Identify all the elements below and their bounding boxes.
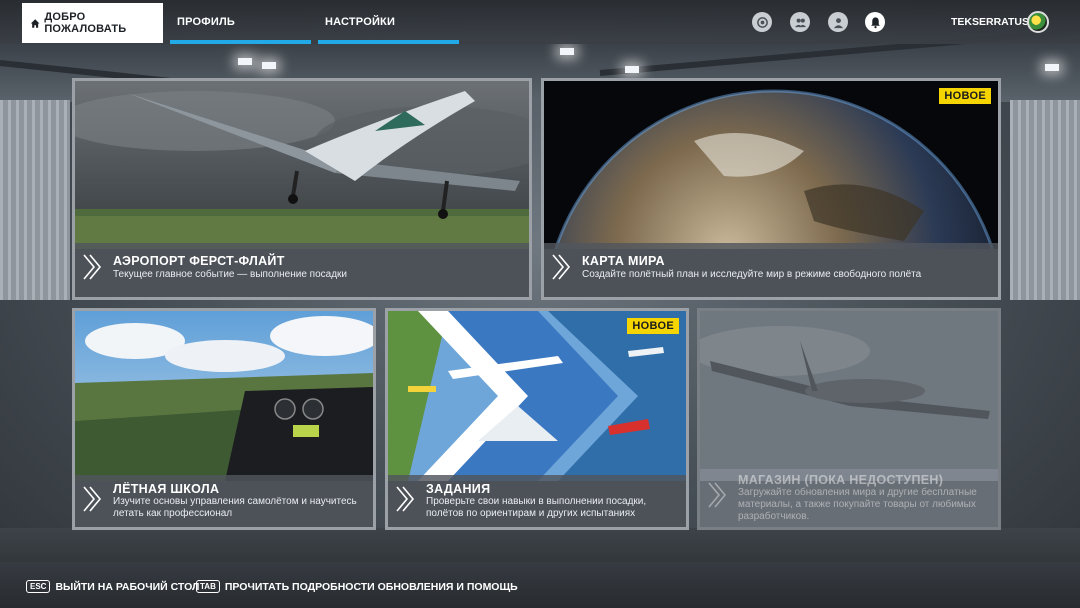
card-store: МАГАЗИН (ПОКА НЕДОСТУПЕН) Загружайте обн… — [697, 308, 1001, 530]
card-title: ЗАДАНИЯ — [426, 482, 491, 496]
exit-to-desktop-hint[interactable]: ESC ВЫЙТИ НА РАБОЧИЙ СТОЛ — [26, 580, 199, 593]
key-esc: ESC — [26, 580, 51, 593]
chevron-right-icon — [83, 254, 102, 280]
user-icon[interactable] — [828, 12, 848, 32]
card-title: ЛЁТНАЯ ШКОЛА — [113, 482, 220, 496]
tab-underline — [170, 40, 311, 44]
notification-bell-icon[interactable] — [865, 12, 885, 32]
card-description: Проверьте свои навыки в выполнении посад… — [426, 496, 647, 519]
friends-icon[interactable] — [790, 12, 810, 32]
tab-profile-label: ПРОФИЛЬ — [177, 16, 235, 28]
chevron-right-icon — [83, 486, 102, 512]
hangar-wall-left — [0, 100, 70, 300]
ceiling-lamp — [262, 62, 276, 69]
tab-settings-label: НАСТРОЙКИ — [325, 16, 396, 28]
username[interactable]: TEKSERRATUS — [951, 16, 1029, 28]
card-description: Изучите основы управления самолётом и на… — [113, 496, 357, 519]
key-tab: TAB — [196, 580, 220, 593]
card-description: Текущее главное событие — выполнение пос… — [113, 269, 348, 280]
card-first-flight[interactable]: АЭРОПОРТ ФЕРСТ-ФЛАЙТ Текущее главное соб… — [72, 78, 532, 300]
hint-label: ПРОЧИТАТЬ ПОДРОБНОСТИ ОБНОВЛЕНИЯ И ПОМОЩ… — [224, 580, 518, 593]
ceiling-lamp — [1045, 64, 1059, 71]
chevron-right-icon — [708, 482, 727, 508]
card-caption: КАРТА МИРА Создайте полётный план и иссл… — [544, 243, 998, 297]
card-world-map[interactable]: НОВОЕ КАРТА МИРА Создайте полётный план … — [541, 78, 1001, 300]
ceiling-lamp — [560, 48, 574, 55]
missions-image — [388, 311, 686, 481]
card-title: КАРТА МИРА — [582, 254, 665, 268]
hint-label: ВЫЙТИ НА РАБОЧИЙ СТОЛ — [55, 580, 200, 593]
tab-welcome[interactable]: ДОБРО ПОЖАЛОВАТЬ — [22, 3, 163, 43]
tab-underline — [318, 40, 459, 44]
card-caption: ЛЁТНАЯ ШКОЛА Изучите основы управления с… — [75, 475, 373, 527]
card-description: Загружайте обновления мира и другие бесп… — [738, 487, 977, 522]
new-badge: НОВОЕ — [939, 88, 991, 104]
chevron-right-icon — [396, 486, 415, 512]
card-caption: АЭРОПОРТ ФЕРСТ-ФЛАЙТ Текущее главное соб… — [75, 243, 529, 297]
card-caption: ЗАДАНИЯ Проверьте свои навыки в выполнен… — [388, 475, 686, 527]
card-flight-school[interactable]: ЛЁТНАЯ ШКОЛА Изучите основы управления с… — [72, 308, 376, 530]
card-caption: МАГАЗИН (ПОКА НЕДОСТУПЕН) Загружайте обн… — [700, 469, 998, 527]
avatar[interactable] — [1027, 11, 1049, 33]
first-flight-image — [75, 81, 529, 249]
chevron-right-icon — [552, 254, 571, 280]
ceiling-lamp — [238, 58, 252, 65]
new-badge: НОВОЕ — [627, 318, 679, 334]
hangar-wall-right — [1010, 100, 1080, 300]
update-details-hint[interactable]: TAB ПРОЧИТАТЬ ПОДРОБНОСТИ ОБНОВЛЕНИЯ И П… — [196, 580, 518, 593]
footer-bar: ESC ВЫЙТИ НА РАБОЧИЙ СТОЛ TAB ПРОЧИТАТЬ … — [0, 562, 1080, 608]
store-image — [700, 311, 998, 481]
activity-icon[interactable] — [752, 12, 772, 32]
world-map-image — [544, 81, 998, 249]
card-missions[interactable]: НОВОЕ ЗАДАНИЯ Проверьте свои навыки в вы… — [385, 308, 689, 530]
tab-settings[interactable]: НАСТРОЙКИ — [318, 0, 459, 44]
tab-profile[interactable]: ПРОФИЛЬ — [170, 0, 311, 44]
card-description: Создайте полётный план и исследуйте мир … — [582, 269, 922, 280]
top-navigation-bar: ДОБРО ПОЖАЛОВАТЬ ПРОФИЛЬ НАСТРОЙКИ TEKSE… — [0, 0, 1080, 44]
ceiling-lamp — [625, 66, 639, 73]
tab-welcome-label: ДОБРО ПОЖАЛОВАТЬ — [44, 11, 127, 35]
home-icon — [30, 18, 40, 28]
card-title: АЭРОПОРТ ФЕРСТ-ФЛАЙТ — [113, 254, 285, 268]
card-title: МАГАЗИН (ПОКА НЕДОСТУПЕН) — [738, 473, 944, 487]
flight-school-image — [75, 311, 373, 481]
